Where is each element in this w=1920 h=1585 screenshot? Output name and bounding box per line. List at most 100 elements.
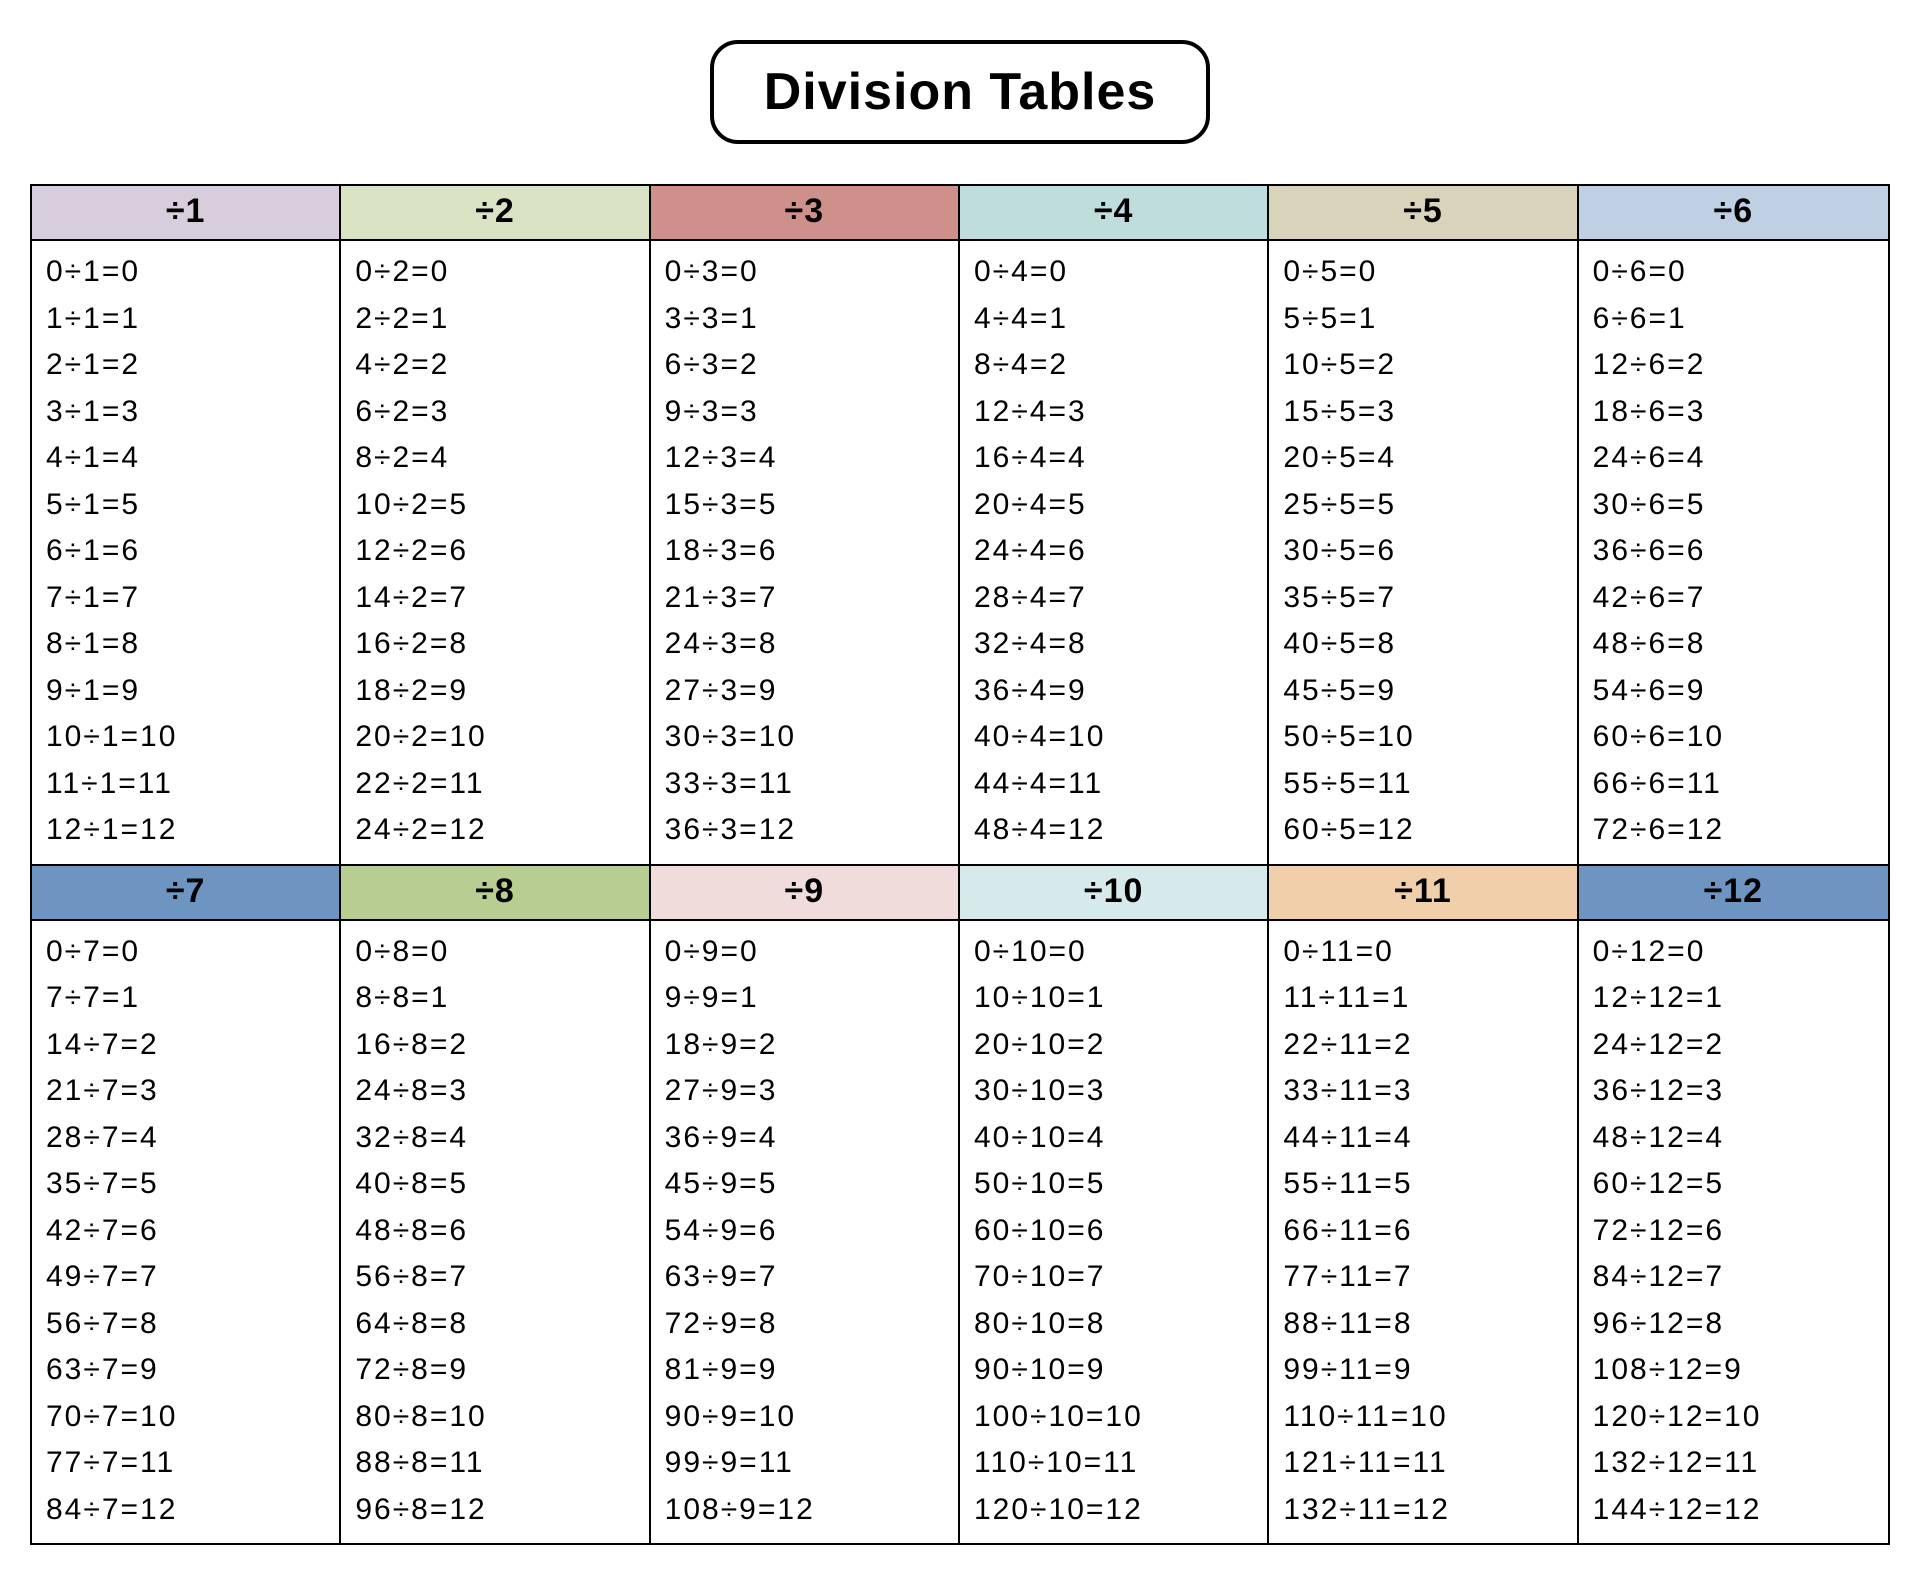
division-fact: 48÷8=6 xyxy=(355,1208,636,1255)
division-fact: 48÷12=4 xyxy=(1593,1115,1876,1162)
division-fact: 54÷9=6 xyxy=(665,1208,946,1255)
division-fact: 36÷9=4 xyxy=(665,1115,946,1162)
division-fact: 18÷6=3 xyxy=(1593,389,1876,436)
division-fact: 88÷11=8 xyxy=(1283,1301,1564,1348)
division-fact: 20÷4=5 xyxy=(974,482,1255,529)
division-fact: 70÷10=7 xyxy=(974,1254,1255,1301)
division-fact: 21÷3=7 xyxy=(665,575,946,622)
column-body-div11: 0÷11=011÷11=122÷11=233÷11=344÷11=455÷11=… xyxy=(1269,921,1578,1544)
column-body-div1: 0÷1=01÷1=12÷1=23÷1=34÷1=45÷1=56÷1=67÷1=7… xyxy=(32,241,341,866)
division-fact: 12÷1=12 xyxy=(46,807,327,854)
division-fact: 54÷6=9 xyxy=(1593,668,1876,715)
division-fact: 4÷2=2 xyxy=(355,342,636,389)
division-fact: 99÷9=11 xyxy=(665,1440,946,1487)
division-fact: 24÷8=3 xyxy=(355,1068,636,1115)
division-fact: 120÷10=12 xyxy=(974,1487,1255,1534)
division-fact: 27÷9=3 xyxy=(665,1068,946,1115)
column-body-div5: 0÷5=05÷5=110÷5=215÷5=320÷5=425÷5=530÷5=6… xyxy=(1269,241,1578,866)
division-fact: 40÷10=4 xyxy=(974,1115,1255,1162)
division-fact: 28÷7=4 xyxy=(46,1115,327,1162)
division-fact: 16÷2=8 xyxy=(355,621,636,668)
division-fact: 35÷7=5 xyxy=(46,1161,327,1208)
division-fact: 24÷2=12 xyxy=(355,807,636,854)
division-fact: 63÷7=9 xyxy=(46,1347,327,1394)
division-fact: 0÷3=0 xyxy=(665,249,946,296)
division-fact: 55÷11=5 xyxy=(1283,1161,1564,1208)
division-fact: 36÷6=6 xyxy=(1593,528,1876,575)
division-fact: 12÷4=3 xyxy=(974,389,1255,436)
division-fact: 0÷8=0 xyxy=(355,929,636,976)
division-fact: 132÷12=11 xyxy=(1593,1440,1876,1487)
column-head-div12: ÷12 xyxy=(1579,866,1888,921)
division-fact: 50÷5=10 xyxy=(1283,714,1564,761)
division-fact: 77÷11=7 xyxy=(1283,1254,1564,1301)
division-fact: 72÷6=12 xyxy=(1593,807,1876,854)
column-head-div3: ÷3 xyxy=(651,186,960,241)
division-fact: 7÷1=7 xyxy=(46,575,327,622)
division-fact: 56÷7=8 xyxy=(46,1301,327,1348)
column-body-div4: 0÷4=04÷4=18÷4=212÷4=316÷4=420÷4=524÷4=62… xyxy=(960,241,1269,866)
division-fact: 3÷1=3 xyxy=(46,389,327,436)
division-fact: 12÷2=6 xyxy=(355,528,636,575)
page-title: Division Tables xyxy=(710,40,1211,144)
division-fact: 8÷1=8 xyxy=(46,621,327,668)
column-body-div12: 0÷12=012÷12=124÷12=236÷12=348÷12=460÷12=… xyxy=(1579,921,1888,1544)
division-fact: 70÷7=10 xyxy=(46,1394,327,1441)
division-fact: 24÷4=6 xyxy=(974,528,1255,575)
division-fact: 12÷3=4 xyxy=(665,435,946,482)
division-fact: 40÷5=8 xyxy=(1283,621,1564,668)
column-head-div5: ÷5 xyxy=(1269,186,1578,241)
division-fact: 40÷4=10 xyxy=(974,714,1255,761)
column-body-div10: 0÷10=010÷10=120÷10=230÷10=340÷10=450÷10=… xyxy=(960,921,1269,1544)
division-fact: 42÷7=6 xyxy=(46,1208,327,1255)
division-fact: 110÷11=10 xyxy=(1283,1394,1564,1441)
division-fact: 4÷4=1 xyxy=(974,296,1255,343)
division-fact: 2÷2=1 xyxy=(355,296,636,343)
division-fact: 144÷12=12 xyxy=(1593,1487,1876,1534)
division-fact: 30÷3=10 xyxy=(665,714,946,761)
division-fact: 10÷5=2 xyxy=(1283,342,1564,389)
division-fact: 81÷9=9 xyxy=(665,1347,946,1394)
column-body-div7: 0÷7=07÷7=114÷7=221÷7=328÷7=435÷7=542÷7=6… xyxy=(32,921,341,1544)
title-container: Division Tables xyxy=(30,40,1890,144)
division-fact: 121÷11=11 xyxy=(1283,1440,1564,1487)
column-head-div6: ÷6 xyxy=(1579,186,1888,241)
division-fact: 50÷10=5 xyxy=(974,1161,1255,1208)
division-fact: 18÷2=9 xyxy=(355,668,636,715)
division-fact: 0÷12=0 xyxy=(1593,929,1876,976)
division-fact: 7÷7=1 xyxy=(46,975,327,1022)
division-fact: 8÷2=4 xyxy=(355,435,636,482)
division-fact: 20÷2=10 xyxy=(355,714,636,761)
division-fact: 99÷11=9 xyxy=(1283,1347,1564,1394)
division-fact: 44÷4=11 xyxy=(974,761,1255,808)
division-fact: 6÷3=2 xyxy=(665,342,946,389)
division-fact: 84÷12=7 xyxy=(1593,1254,1876,1301)
division-fact: 96÷12=8 xyxy=(1593,1301,1876,1348)
division-fact: 72÷9=8 xyxy=(665,1301,946,1348)
division-fact: 4÷1=4 xyxy=(46,435,327,482)
column-body-div8: 0÷8=08÷8=116÷8=224÷8=332÷8=440÷8=548÷8=6… xyxy=(341,921,650,1544)
division-fact: 9÷9=1 xyxy=(665,975,946,1022)
division-fact: 66÷11=6 xyxy=(1283,1208,1564,1255)
division-fact: 90÷9=10 xyxy=(665,1394,946,1441)
division-fact: 0÷1=0 xyxy=(46,249,327,296)
division-fact: 30÷5=6 xyxy=(1283,528,1564,575)
division-fact: 9÷3=3 xyxy=(665,389,946,436)
division-fact: 14÷7=2 xyxy=(46,1022,327,1069)
division-fact: 60÷12=5 xyxy=(1593,1161,1876,1208)
division-fact: 18÷3=6 xyxy=(665,528,946,575)
division-fact: 16÷4=4 xyxy=(974,435,1255,482)
division-fact: 32÷4=8 xyxy=(974,621,1255,668)
column-body-div6: 0÷6=06÷6=112÷6=218÷6=324÷6=430÷6=536÷6=6… xyxy=(1579,241,1888,866)
division-fact: 33÷11=3 xyxy=(1283,1068,1564,1115)
division-fact: 100÷10=10 xyxy=(974,1394,1255,1441)
division-fact: 25÷5=5 xyxy=(1283,482,1564,529)
division-fact: 5÷5=1 xyxy=(1283,296,1564,343)
division-fact: 40÷8=5 xyxy=(355,1161,636,1208)
division-fact: 6÷6=1 xyxy=(1593,296,1876,343)
division-fact: 15÷3=5 xyxy=(665,482,946,529)
division-fact: 0÷6=0 xyxy=(1593,249,1876,296)
division-fact: 30÷10=3 xyxy=(974,1068,1255,1115)
column-body-div3: 0÷3=03÷3=16÷3=29÷3=312÷3=415÷3=518÷3=621… xyxy=(651,241,960,866)
division-fact: 63÷9=7 xyxy=(665,1254,946,1301)
